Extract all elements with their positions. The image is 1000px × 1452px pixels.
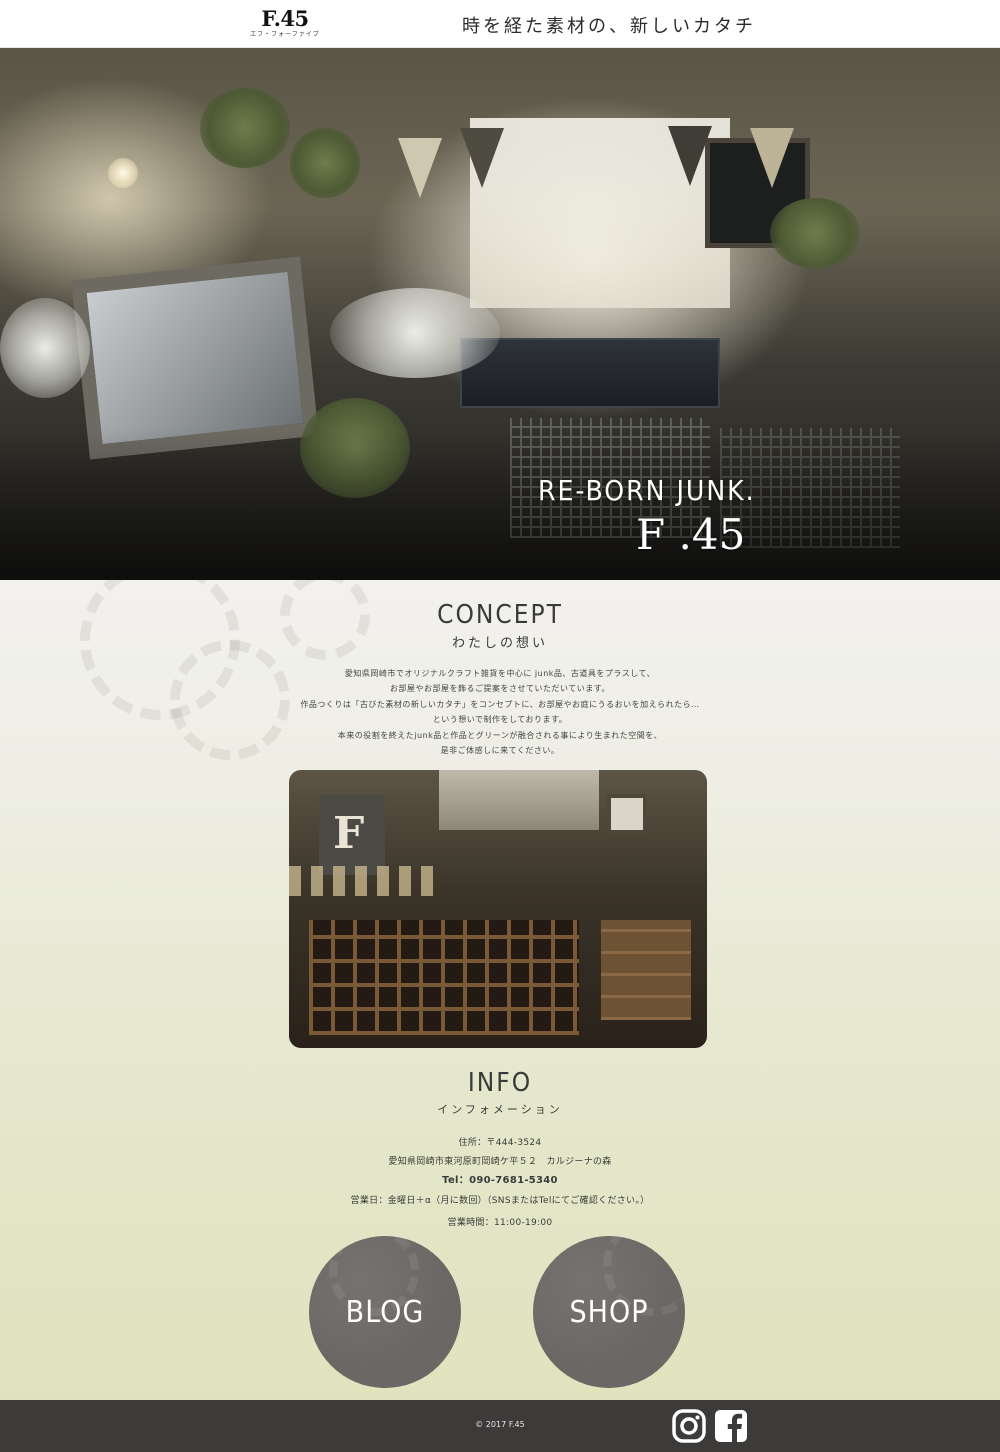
photo-cubby-shelf [309, 920, 579, 1035]
shop-button[interactable]: SHOP [533, 1236, 685, 1388]
hero-dried-flowers [330, 288, 500, 378]
photo-window [439, 770, 599, 830]
info-business-days: 営業日：金曜日＋α（月に数回）（SNSまたはTelにてご確認ください。） [350, 1196, 650, 1206]
blog-button[interactable]: BLOG [309, 1236, 461, 1388]
logo-subtext: エフ・フォーファイブ [250, 31, 320, 38]
hero-bunting-flag [398, 138, 442, 198]
facebook-icon[interactable] [714, 1409, 748, 1443]
hero-hanging-plant [200, 88, 290, 168]
hero-brand: F .45 [636, 510, 746, 559]
concept-line: 是非ご体感しに来てください。 [440, 746, 560, 756]
concept-line: 愛知県岡崎市でオリジナルクラフト雑貨を中心に junk品、古道具をプラスして、 [344, 669, 656, 678]
instagram-icon[interactable] [672, 1409, 706, 1443]
hero-bunting-flag [668, 126, 712, 186]
photo-banner-letter: F [333, 808, 365, 859]
main-content: CONCEPT わたしの想い 愛知県岡崎市でオリジナルクラフト雑貨を中心に ju… [0, 580, 1000, 1400]
site-footer: © 2017 F.45 [0, 1400, 1000, 1452]
hero-bunting-flag [750, 128, 794, 188]
hero-image: RE-BORN JUNK. F .45 [0, 48, 1000, 580]
site-logo[interactable]: F.45 エフ・フォーファイブ [250, 8, 320, 42]
hero-hanging-plant [290, 128, 360, 198]
info-title: INFO [467, 1068, 533, 1098]
concept-line: お部屋やお部屋を飾るご提案をさせていただいています。 [390, 684, 610, 694]
hero-shelf [460, 338, 720, 408]
hero-hanging-plant [770, 198, 860, 268]
concept-line: という想いで制作をしております。 [432, 715, 568, 725]
concept-text: 愛知県岡崎市でオリジナルクラフト雑貨を中心に junk品、古道具をプラスして、 … [250, 666, 750, 758]
info-hours: 営業時間：11:00-19:00 [447, 1218, 553, 1228]
info-postal: 住所：〒444-3524 [458, 1138, 542, 1148]
concept-subtitle: わたしの想い [451, 636, 548, 651]
hero-bunting-flag [460, 128, 504, 188]
site-header: F.45 エフ・フォーファイブ 時を経た素材の、新しいカタチ [0, 0, 1000, 48]
shop-button-label: SHOP [569, 1294, 649, 1330]
concept-line: 作品つくりは「古びた素材の新しいカタチ」をコンセプトに、お部屋やお庭にうるおいを… [300, 699, 700, 709]
concept-title: CONCEPT [437, 600, 563, 630]
hero-shadow [0, 428, 1000, 580]
info-subtitle: インフォメーション [437, 1103, 563, 1116]
site-tagline: 時を経た素材の、新しいカタチ [462, 16, 756, 37]
photo-wall-sign [607, 794, 647, 834]
photo-drawer-cabinet [601, 920, 691, 1020]
logo-text: F.45 [261, 6, 309, 31]
hero-dried-flowers [0, 298, 90, 398]
info-phone[interactable]: Tel：090-7681-5340 [0, 1171, 1000, 1186]
info-address: 愛知県岡崎市東河原町岡崎ケ平５２ カルジーナの森 [388, 1157, 612, 1167]
shop-interior-photo: F [289, 770, 707, 1048]
hero-lamp-glow [108, 158, 138, 188]
hero-headline: RE-BORN JUNK. [538, 474, 756, 507]
blog-button-label: BLOG [345, 1294, 425, 1330]
concept-line: 本来の役割を終えたjunk品と作品とグリーンが融合される事により生まれた空間を、 [337, 730, 663, 740]
copyright-text: © 2017 F.45 [475, 1420, 525, 1429]
photo-bunting [289, 866, 439, 896]
